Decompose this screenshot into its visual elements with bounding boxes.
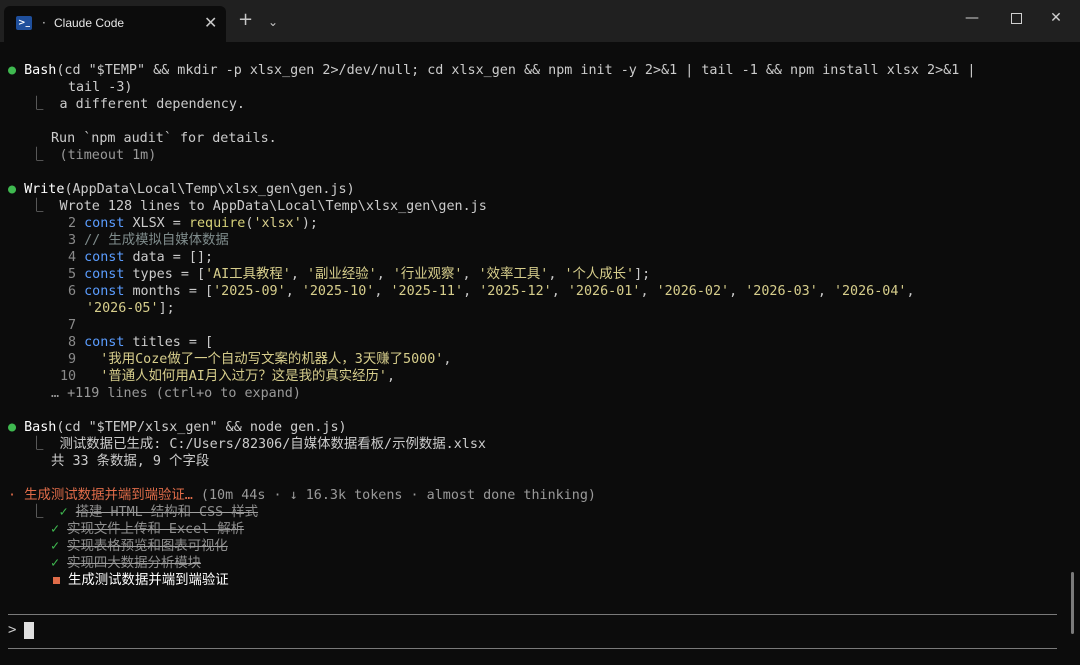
write-call: ● Write(AppData\Local\Temp\xlsx_gen\gen.… <box>8 181 355 198</box>
status-meta: (10m 44s · ↓ 16.3k tokens · almost done … <box>192 488 596 503</box>
close-window-button[interactable]: ✕ <box>1036 6 1076 30</box>
check-icon: ✓ <box>51 556 60 571</box>
status-line: · 生成测试数据并端到端验证… (10m 44s · ↓ 16.3k token… <box>8 487 596 504</box>
bash-call-2: ● Bash(cd "$TEMP/xlsx_gen" && node gen.j… <box>8 419 347 436</box>
code-line-6: 6 const months = ['2025-09', '2025-10', … <box>68 284 915 299</box>
bash-output: ⎿ 测试数据已生成: C:/Users/82306/自媒体数据看板/示例数据.x… <box>30 437 486 452</box>
success-dot-icon: ● <box>8 420 17 435</box>
check-icon: ✓ <box>51 539 60 554</box>
tab-close-icon[interactable]: ✕ <box>204 13 217 32</box>
success-dot-icon: ● <box>8 182 17 197</box>
bash-args: (cd "$TEMP" && mkdir -p xlsx_gen 2>/dev/… <box>56 63 976 78</box>
code-line-10: 10 '普通人如何用AI月入过万？这是我的真实经历', <box>60 369 396 384</box>
code-line-8: 8 const titles = [ <box>68 335 214 350</box>
text-cursor[interactable] <box>24 622 34 639</box>
tool-name: Write <box>24 182 65 197</box>
write-summary: ⎿ Wrote 128 lines to AppData\Local\Temp\… <box>30 199 487 214</box>
title-bar: >_ · Claude Code ✕ + ⌄ — ✕ <box>0 0 1080 42</box>
tree-branch-icon: ⎿ <box>30 199 44 214</box>
tree-branch-icon: ⎿ <box>30 148 44 163</box>
tree-branch-icon: ⎿ <box>30 437 44 452</box>
input-top-divider <box>8 614 1057 615</box>
tree-branch-icon: ⎿ <box>30 505 44 520</box>
bash-output-line: 共 33 条数据, 9 个字段 <box>51 454 210 469</box>
bash-output-line: Run `npm audit` for details. <box>51 131 277 146</box>
todo-item-active: 生成测试数据并端到端验证 <box>51 572 229 589</box>
code-line-2: 2 const XLSX = require('xlsx'); <box>68 216 318 231</box>
todo-item: ✓ 实现表格预览和图表可视化 <box>51 539 228 554</box>
code-line-3: 3 // 生成模拟自媒体数据 <box>68 233 229 248</box>
check-icon: ✓ <box>59 505 68 520</box>
maximize-button[interactable] <box>996 6 1036 30</box>
tree-branch-icon: ⎿ <box>30 97 44 112</box>
todo-item: ⎿ ✓ 搭建 HTML 结构和 CSS 样式 <box>30 505 259 520</box>
input-bottom-divider <box>8 648 1057 649</box>
code-line-4: 4 const data = []; <box>68 250 214 265</box>
bash-timeout: ⎿ (timeout 1m) <box>30 148 157 163</box>
new-tab-button[interactable]: + <box>238 9 253 31</box>
code-line-6-cont: '2026-05']; <box>86 301 175 316</box>
powershell-icon: >_ <box>16 16 32 30</box>
tab-activity-dot: · <box>42 16 46 30</box>
progress-dot-icon: · <box>8 488 17 503</box>
in-progress-square-icon <box>53 576 60 584</box>
minimize-button[interactable]: — <box>952 6 992 30</box>
code-line-5: 5 const types = ['AI工具教程', '副业经验', '行业观察… <box>68 267 651 282</box>
code-line-7: 7 <box>68 318 77 333</box>
expand-hint[interactable]: … +119 lines (ctrl+o to expand) <box>51 385 301 402</box>
tab-title: Claude Code <box>54 16 125 30</box>
check-icon: ✓ <box>51 522 60 537</box>
status-task: 生成测试数据并端到端验证… <box>24 488 193 503</box>
todo-item: ✓ 实现四大数据分析模块 <box>51 556 202 571</box>
success-dot-icon: ● <box>8 63 17 78</box>
bash-call-1: ● Bash(cd "$TEMP" && mkdir -p xlsx_gen 2… <box>8 62 975 79</box>
todo-item: ✓ 实现文件上传和 Excel 解析 <box>51 522 245 537</box>
bash-args: (cd "$TEMP/xlsx_gen" && node gen.js) <box>56 420 347 435</box>
bash-output: ⎿ a different dependency. <box>30 97 245 112</box>
tab-claude-code[interactable]: >_ · Claude Code ✕ <box>4 6 226 42</box>
scrollbar-thumb[interactable] <box>1071 572 1074 634</box>
code-line-9: 9 '我用Coze做了一个自动写文案的机器人，3天赚了5000', <box>68 352 452 367</box>
tool-name: Bash <box>24 420 57 435</box>
prompt-symbol: > <box>8 622 17 638</box>
bash-args-cont: tail -3) <box>68 80 133 95</box>
write-args: (AppData\Local\Temp\xlsx_gen\gen.js) <box>64 182 355 197</box>
tool-name: Bash <box>24 63 57 78</box>
maximize-icon <box>1010 12 1022 24</box>
chevron-down-icon[interactable]: ⌄ <box>268 11 278 33</box>
